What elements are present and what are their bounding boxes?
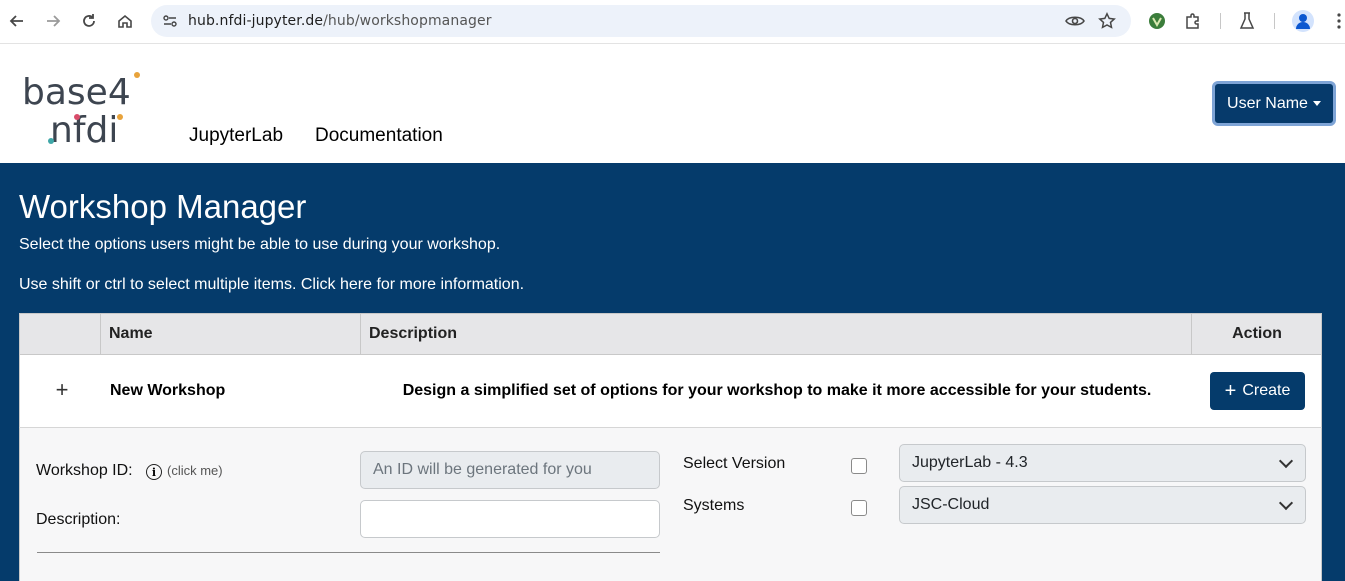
- user-menu-label: User Name: [1227, 94, 1308, 112]
- select-version-label: Select Version: [683, 455, 786, 472]
- puzzle-icon[interactable]: [1182, 10, 1204, 32]
- page-subtitle: Select the options users might be able t…: [19, 236, 501, 253]
- column-header-action: Action: [1232, 325, 1282, 342]
- plus-icon: +: [1224, 380, 1237, 402]
- systems-checkbox[interactable]: [851, 500, 867, 516]
- site-header: base4 nfdi JupyterLab Documentation User…: [0, 45, 1345, 163]
- form-divider: [37, 552, 660, 553]
- column-header-description: Description: [369, 325, 458, 342]
- column-header-name: Name: [109, 325, 153, 342]
- home-icon[interactable]: [112, 8, 138, 34]
- address-bar[interactable]: hub.nfdi-jupyter.de/hub/workshopmanager: [151, 5, 1131, 37]
- workshop-id-label: Workshop ID:: [36, 462, 133, 479]
- description-input[interactable]: [360, 500, 660, 538]
- workshop-table: Name Description Action + New Workshop D…: [19, 313, 1322, 581]
- nav-jupyterlab[interactable]: JupyterLab: [189, 125, 283, 147]
- site-info-icon[interactable]: [161, 12, 179, 30]
- eye-icon[interactable]: [1065, 11, 1085, 31]
- browser-toolbar: hub.nfdi-jupyter.de/hub/workshopmanager: [0, 0, 1345, 44]
- workshop-id-input: An ID will be generated for you: [360, 451, 660, 489]
- labs-icon[interactable]: [1236, 10, 1258, 32]
- workshop-manager-section: Workshop Manager Select the options user…: [0, 163, 1345, 581]
- toolbar-divider: [1274, 13, 1275, 29]
- version-select-value: JupyterLab - 4.3: [912, 454, 1028, 471]
- version-checkbox[interactable]: [851, 458, 867, 474]
- systems-label: Systems: [683, 497, 745, 514]
- workshop-form: Workshop ID: i (click me) An ID will be …: [19, 428, 1322, 581]
- systems-select-value: JSC-Cloud: [912, 496, 990, 513]
- star-icon[interactable]: [1097, 11, 1117, 31]
- extension-icon[interactable]: [1146, 10, 1168, 32]
- info-hint-link[interactable]: Use shift or ctrl to select multiple ite…: [19, 276, 524, 294]
- profile-icon[interactable]: [1292, 10, 1314, 32]
- user-menu-button[interactable]: User Name: [1212, 81, 1336, 126]
- reload-icon[interactable]: [76, 8, 102, 34]
- base4nfdi-logo[interactable]: base4 nfdi: [20, 72, 145, 147]
- menu-icon[interactable]: [1328, 10, 1345, 32]
- version-select[interactable]: JupyterLab - 4.3: [899, 444, 1306, 482]
- chevron-down-icon: [1278, 453, 1294, 469]
- description-label: Description:: [36, 511, 121, 528]
- toolbar-divider: [1220, 13, 1221, 29]
- row-name: New Workshop: [110, 382, 226, 399]
- page-title: Workshop Manager: [19, 188, 307, 225]
- expand-plus-icon[interactable]: +: [52, 378, 72, 402]
- row-description: Design a simplified set of options for y…: [402, 382, 1152, 399]
- systems-select[interactable]: JSC-Cloud: [899, 486, 1306, 524]
- forward-icon[interactable]: [40, 8, 66, 34]
- chevron-down-icon: [1278, 495, 1294, 511]
- url-text: hub.nfdi-jupyter.de/hub/workshopmanager: [188, 13, 492, 29]
- table-row: + New Workshop Design a simplified set o…: [19, 355, 1322, 428]
- back-icon[interactable]: [4, 8, 30, 34]
- caret-down-icon: [1312, 101, 1321, 106]
- create-button-label: Create: [1242, 382, 1291, 399]
- create-button[interactable]: + Create: [1210, 372, 1305, 410]
- click-me-hint[interactable]: (click me): [167, 463, 223, 478]
- info-icon[interactable]: i: [146, 464, 162, 480]
- table-header: Name Description Action: [19, 313, 1322, 355]
- nav-documentation[interactable]: Documentation: [315, 125, 443, 147]
- svg-text:nfdi: nfdi: [50, 110, 118, 147]
- svg-text:base4: base4: [22, 72, 131, 113]
